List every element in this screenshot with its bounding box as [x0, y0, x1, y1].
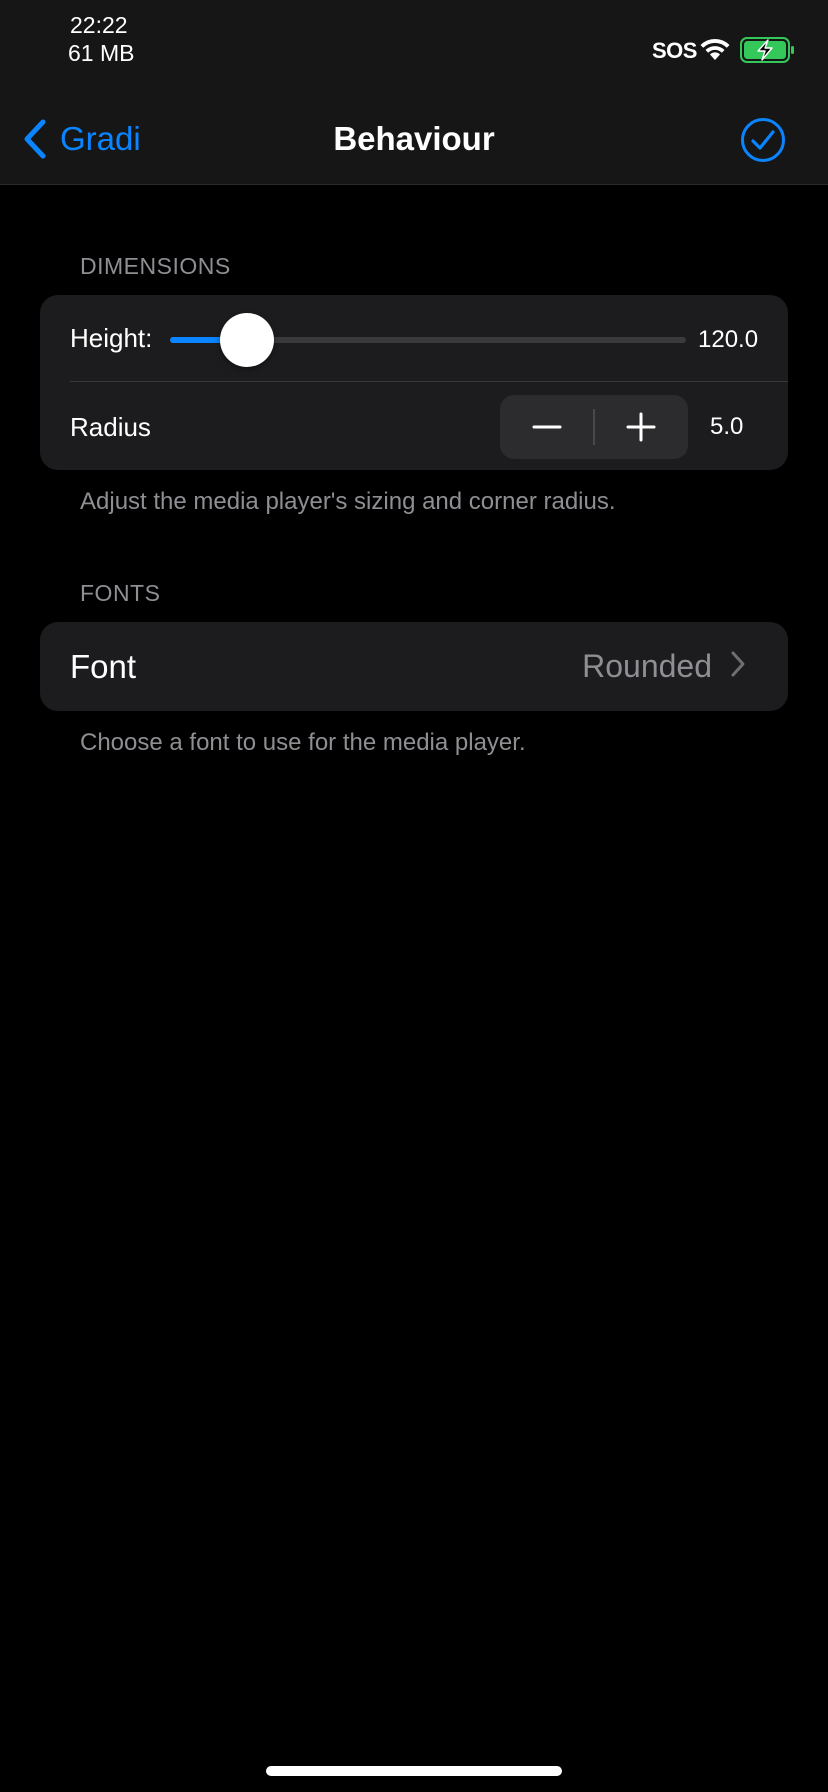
- dimensions-card: Height: 120.0 Radius 5.0: [40, 295, 788, 470]
- chevron-right-icon: [731, 651, 745, 677]
- status-memory: 61 MB: [68, 40, 135, 66]
- radius-value: 5.0: [710, 413, 744, 440]
- radius-label: Radius: [70, 412, 151, 442]
- height-slider[interactable]: [170, 313, 686, 367]
- height-slider-thumb[interactable]: [220, 313, 275, 367]
- home-indicator[interactable]: [266, 1766, 562, 1776]
- status-bar: 22:22 61 MB SOS: [0, 0, 828, 92]
- battery-charging-icon: [740, 37, 794, 63]
- navigation-bar: Gradi Behaviour: [0, 92, 828, 185]
- radius-decrement-button[interactable]: [500, 395, 594, 459]
- font-label: Font: [70, 648, 137, 685]
- radius-row: Radius 5.0: [40, 382, 788, 470]
- radius-increment-button[interactable]: [594, 395, 688, 459]
- height-label: Height:: [70, 323, 153, 353]
- radius-stepper: [500, 395, 688, 459]
- status-time: 22:22: [70, 12, 128, 38]
- fonts-section-footer: Choose a font to use for the media playe…: [80, 729, 526, 756]
- height-row: Height: 120.0: [40, 295, 788, 382]
- fonts-section-header: FONTS: [80, 580, 161, 606]
- height-value: 120.0: [698, 326, 759, 353]
- minus-icon: [532, 425, 562, 429]
- plus-icon: [626, 412, 656, 442]
- font-value: Rounded: [582, 648, 712, 684]
- dimensions-section-header: DIMENSIONS: [80, 253, 231, 279]
- status-carrier: SOS: [652, 38, 697, 63]
- screen: 22:22 61 MB SOS Gradi Behaviour DIMENSIO…: [0, 0, 828, 1792]
- fonts-card: Font Rounded: [40, 622, 788, 711]
- wifi-icon: [700, 38, 730, 60]
- page-title: Behaviour: [333, 120, 495, 157]
- checkmark-circle-icon[interactable]: [740, 117, 786, 163]
- font-row[interactable]: Font Rounded: [40, 622, 788, 711]
- dimensions-section-footer: Adjust the media player's sizing and cor…: [80, 488, 616, 515]
